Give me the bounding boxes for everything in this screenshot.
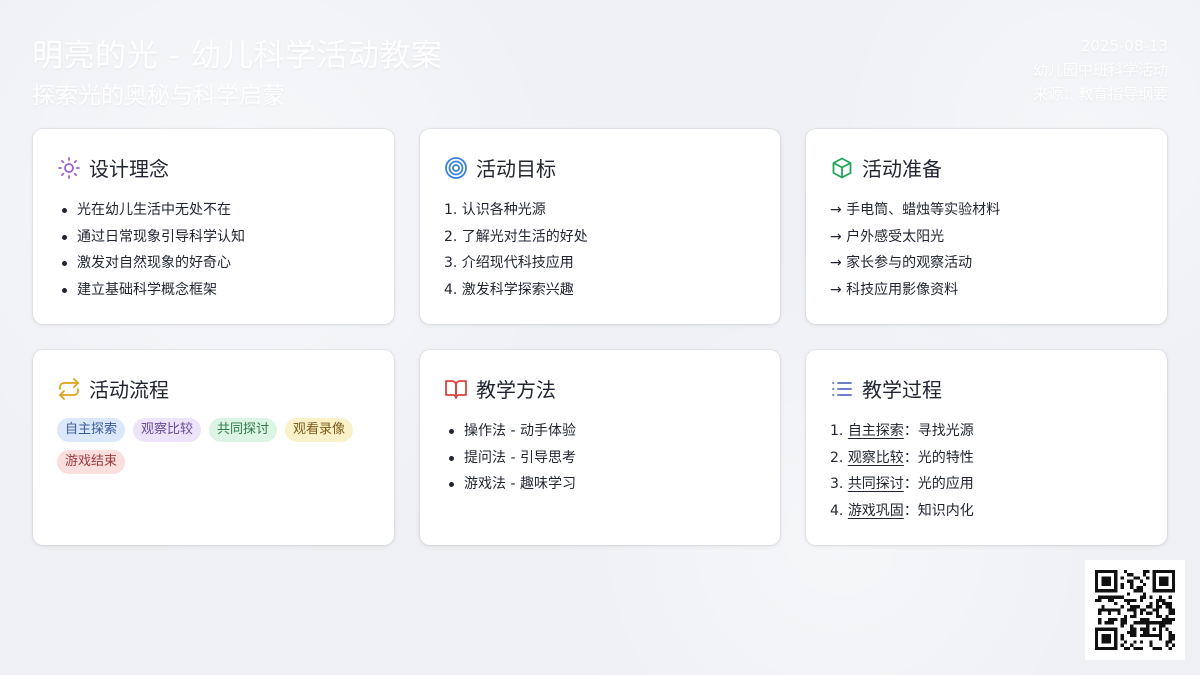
list-item: 4. 激发科学探索兴趣: [444, 282, 574, 299]
design-list: 光在幼儿生活中无处不在 通过日常现象引导科学认知 激发对自然现象的好奇心 建立基…: [57, 197, 378, 304]
list-item: 激发对自然现象的好奇心: [57, 250, 378, 277]
step-term: 自主探索: [847, 423, 904, 439]
page-header: 明亮的光 - 幼儿科学活动教案 探索光的奥秘与科学启蒙 2025-08-13 幼…: [32, 30, 1168, 110]
flow-tags: 自主探索 观察比较 共同探讨 观看录像 游戏结束: [57, 418, 354, 474]
header-meta: 2025-08-13 幼儿园中班科学活动 来源：教育指导纲要: [1033, 34, 1168, 106]
card-header: 活动流程: [57, 374, 169, 403]
target-icon: [444, 156, 468, 180]
card-title: 设计理念: [89, 157, 169, 181]
flow-tag: 游戏结束: [57, 450, 126, 474]
flow-tag: 观看录像: [285, 418, 354, 442]
card-header: 活动目标: [444, 153, 556, 182]
step-desc: ：光的特性: [903, 449, 974, 466]
card-header: 活动准备: [830, 153, 942, 182]
card-title: 教学方法: [476, 378, 556, 402]
card-title: 活动准备: [862, 157, 942, 181]
date-label: 2025-08-13: [1080, 37, 1168, 55]
step-desc: ：寻找光源: [903, 423, 974, 439]
card-title: 活动流程: [89, 378, 169, 402]
step-term: 游戏巩固: [847, 503, 904, 520]
step-number: 3.: [830, 476, 844, 493]
card-header: 教学过程: [830, 374, 942, 403]
sun-icon: [57, 156, 81, 180]
flow-tag: 共同探讨: [209, 418, 278, 442]
step-desc: ：知识内化: [903, 503, 974, 520]
step-number: 1.: [830, 423, 844, 439]
list-icon: [830, 377, 854, 401]
goals-list: 1. 认识各种光源 2. 了解光对生活的好处 3. 介绍现代科技应用 4. 激发…: [444, 197, 764, 304]
qr-code-icon: [1095, 570, 1175, 650]
process-step: 2. 观察比较：光的特性: [830, 445, 1151, 472]
list-item: 提问法 - 引导思考: [444, 445, 764, 472]
card-title: 活动目标: [476, 157, 556, 181]
list-item: 操作法 - 动手体验: [444, 418, 764, 445]
repeat-icon: [57, 377, 81, 401]
process-step: 4. 游戏巩固：知识内化: [830, 498, 1151, 525]
methods-list: 操作法 - 动手体验 提问法 - 引导思考 游戏法 - 趣味学习: [444, 418, 764, 498]
list-item: 1. 认识各种光源: [444, 202, 546, 218]
book-icon: [444, 377, 468, 401]
list-item: 通过日常现象引导科学认知: [57, 224, 378, 251]
category-label: 幼儿园中班科学活动: [1032, 61, 1168, 79]
card-header: 教学方法: [444, 374, 556, 403]
qr-code[interactable]: [1085, 560, 1185, 660]
card-title: 教学过程: [862, 378, 942, 402]
card-teaching-process: 教学过程 1. 自主探索：寻找光源 2. 观察比较：光的特性 3. 共同探讨：光…: [806, 350, 1167, 545]
list-item: 3. 介绍现代科技应用: [444, 255, 574, 272]
prep-list: → 手电筒、蜡烛等实验材料 → 户外感受太阳光 → 家长参与的观察活动 → 科技…: [830, 197, 1151, 304]
step-term: 共同探讨: [847, 476, 904, 493]
page-title: 明亮的光 - 幼儿科学活动教案: [32, 38, 443, 74]
step-number: 2.: [830, 449, 844, 466]
card-header: 设计理念: [57, 153, 169, 182]
process-step: 3. 共同探讨：光的应用: [830, 471, 1151, 498]
cube-icon: [830, 156, 854, 180]
source-label: 来源：教育指导纲要: [1032, 85, 1168, 103]
list-item: → 科技应用影像资料: [830, 282, 959, 299]
flow-tag: 观察比较: [133, 418, 202, 442]
list-item: 游戏法 - 趣味学习: [444, 471, 764, 498]
step-term: 观察比较: [847, 449, 904, 466]
list-item: 2. 了解光对生活的好处: [444, 228, 588, 245]
card-activity-goals: 活动目标 1. 认识各种光源 2. 了解光对生活的好处 3. 介绍现代科技应用 …: [420, 129, 780, 324]
flow-tag: 自主探索: [57, 418, 126, 442]
list-item: → 家长参与的观察活动: [830, 255, 973, 272]
card-design-concept: 设计理念 光在幼儿生活中无处不在 通过日常现象引导科学认知 激发对自然现象的好奇…: [33, 129, 394, 324]
list-item: → 手电筒、蜡烛等实验材料: [830, 202, 1001, 218]
list-item: 光在幼儿生活中无处不在: [57, 197, 378, 224]
card-activity-prep: 活动准备 → 手电筒、蜡烛等实验材料 → 户外感受太阳光 → 家长参与的观察活动…: [806, 129, 1167, 324]
page-subtitle: 探索光的奥秘与科学启蒙: [32, 83, 285, 109]
card-activity-flow: 活动流程 自主探索 观察比较 共同探讨 观看录像 游戏结束: [33, 350, 394, 545]
card-teaching-methods: 教学方法 操作法 - 动手体验 提问法 - 引导思考 游戏法 - 趣味学习: [420, 350, 780, 545]
step-desc: ：光的应用: [903, 476, 974, 493]
process-list: 1. 自主探索：寻找光源 2. 观察比较：光的特性 3. 共同探讨：光的应用 4…: [830, 418, 1151, 525]
list-item: 建立基础科学概念框架: [57, 277, 378, 304]
list-item: → 户外感受太阳光: [830, 228, 945, 245]
process-step: 1. 自主探索：寻找光源: [830, 418, 1151, 445]
step-number: 4.: [830, 503, 844, 520]
